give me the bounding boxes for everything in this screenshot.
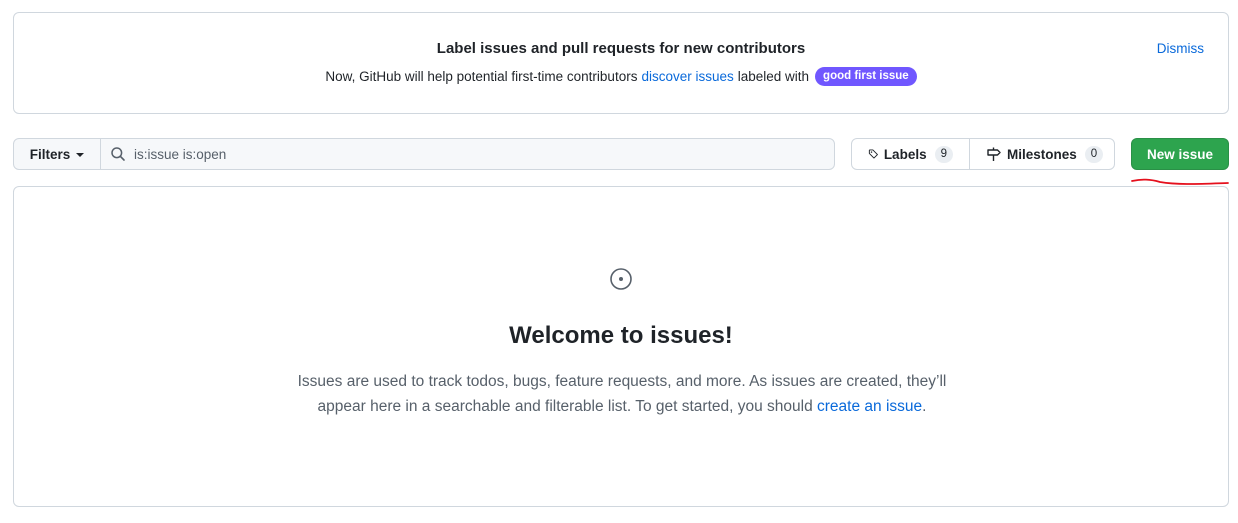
labels-label: Labels — [883, 146, 927, 162]
blankslate-title: Welcome to issues! — [509, 322, 733, 349]
filters-button[interactable]: Filters — [13, 138, 101, 170]
search-icon — [111, 147, 125, 161]
banner-text-start: Now, GitHub will help potential first-ti… — [325, 69, 638, 84]
discover-issues-link[interactable]: discover issues — [641, 69, 733, 84]
banner-text-middle: labeled with — [737, 69, 810, 84]
issue-opened-icon — [610, 268, 632, 290]
search-input[interactable] — [134, 146, 814, 162]
create-issue-link[interactable]: create an issue — [817, 398, 922, 415]
issues-blankslate: Welcome to issues! Issues are used to tr… — [13, 186, 1229, 507]
milestone-icon — [987, 147, 1001, 161]
banner-text: Now, GitHub will help potential first-ti… — [14, 67, 1228, 86]
dismiss-link[interactable]: Dismiss — [1157, 41, 1204, 56]
labels-button[interactable]: Labels 9 — [852, 139, 970, 169]
blankslate-text-line2: appear here in a searchable and filterab… — [317, 398, 813, 415]
banner-title: Label issues and pull requests for new c… — [436, 40, 806, 57]
caret-down-icon — [76, 153, 85, 157]
filters-label: Filters — [29, 146, 71, 162]
new-issue-button[interactable]: New issue — [1131, 138, 1229, 170]
milestones-count: 0 — [1084, 145, 1104, 163]
blankslate-text-end: . — [922, 398, 927, 415]
tag-icon — [868, 149, 878, 159]
milestones-button[interactable]: Milestones 0 — [970, 139, 1119, 169]
milestones-label: Milestones — [1007, 146, 1077, 162]
issues-toolbar: Filters Labels 9 Milestones 0 — [13, 138, 1229, 170]
blankslate-description: Issues are used to track todos, bugs, fe… — [264, 369, 980, 419]
good-first-issue-label[interactable]: good first issue — [815, 67, 917, 86]
labels-count: 9 — [934, 145, 953, 163]
blankslate-text-line1: Issues are used to track todos, bugs, fe… — [297, 373, 947, 390]
search-box[interactable] — [100, 138, 835, 170]
contributors-banner: Label issues and pull requests for new c… — [13, 12, 1229, 114]
labels-milestones-group: Labels 9 Milestones 0 — [851, 138, 1115, 170]
